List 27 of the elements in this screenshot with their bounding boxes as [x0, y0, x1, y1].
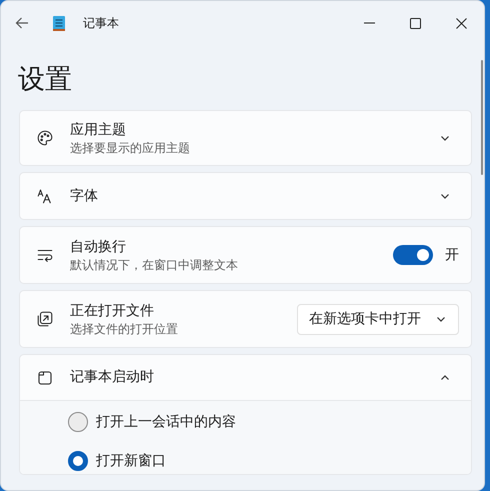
window-icon: [36, 368, 54, 386]
setting-title: 正在打开文件: [70, 302, 155, 320]
setting-title: 自动换行: [70, 238, 127, 256]
dropdown-select[interactable]: 在新选项卡中打开: [297, 304, 459, 334]
notepad-icon: [53, 15, 65, 31]
expander-header[interactable]: 应用主题 选择要显示的应用主题: [20, 111, 471, 165]
toggle-switch[interactable]: [393, 245, 433, 265]
open-external-icon: [36, 310, 54, 328]
minimize-icon: [364, 22, 374, 24]
radio-label: 打开上一会话中的内容: [96, 412, 236, 432]
setting-description: 默认情况下，在窗口中调整文本: [70, 256, 239, 272]
radio-button[interactable]: [68, 412, 88, 432]
setting-title: 记事本启动时: [70, 368, 155, 387]
setting-description: 选择文件的打开位置: [70, 320, 179, 336]
close-icon: [456, 18, 466, 28]
expander-header[interactable]: 字体: [20, 173, 471, 219]
maximize-icon: [410, 18, 420, 28]
radio-label: 打开新窗口: [96, 452, 166, 470]
page-heading: 设置: [18, 63, 73, 97]
radio-button[interactable]: [68, 451, 88, 471]
toggle-state-label: 开: [445, 246, 459, 264]
back-arrow-icon: [15, 16, 29, 30]
setting-title: 字体: [70, 186, 99, 206]
setting-description: 选择要显示的应用主题: [70, 140, 191, 156]
palette-icon: [36, 129, 54, 147]
window-title: 记事本: [83, 15, 119, 32]
setting-title: 应用主题: [70, 120, 127, 140]
